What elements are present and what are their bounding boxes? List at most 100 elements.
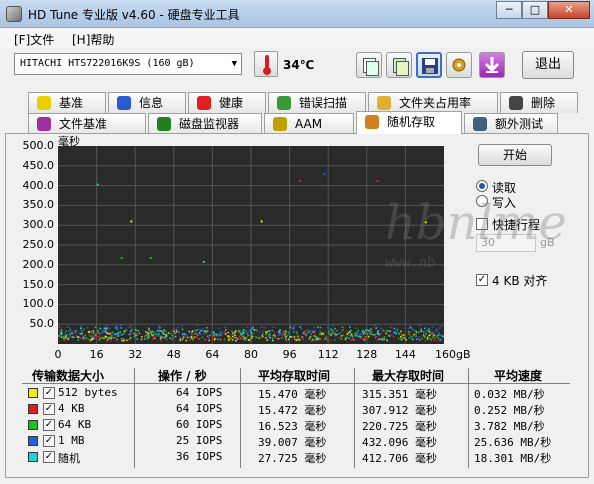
scatter-point [138,332,141,335]
scatter-point [195,336,198,338]
scatter-point [198,328,200,331]
scatter-point [293,325,296,327]
quick-stroke-gb-input[interactable]: 30 [476,234,536,252]
close-button[interactable]: ✕ [548,1,590,19]
scatter-point [102,336,104,339]
scatter-point [390,334,393,336]
scatter-point [313,326,316,329]
scatter-point [255,329,258,331]
series-checkbox[interactable]: ✓ [43,403,55,415]
scatter-point [103,336,106,338]
drive-select[interactable]: HITACHI HTS722016K9S (160 gB) ▼ [14,53,242,75]
maximize-button[interactable]: □ [522,1,548,19]
scatter-point [329,339,332,342]
scatter-point [296,331,298,334]
drive-select-value: HITACHI HTS722016K9S (160 gB) [20,58,195,69]
scatter-point [242,329,245,331]
scatter-point [108,336,111,339]
start-button[interactable]: 开始 [478,144,552,166]
scatter-point [160,330,163,333]
scatter-point [211,337,214,339]
scatter-point [377,330,379,332]
copy-info-button[interactable] [356,52,382,78]
scatter-point [108,327,111,330]
tab-info[interactable]: 信息 [108,92,186,113]
x-tick-label: 128 [356,348,378,361]
scatter-point [437,337,440,339]
scatter-point [244,338,247,340]
scatter-point [261,330,264,333]
y-tick-label: 500.0 [22,139,55,152]
lightbulb-icon [37,96,51,110]
scatter-point [251,337,253,340]
tab-health-cross[interactable]: 健康 [188,92,266,113]
scatter-point [422,331,425,333]
scatter-point [378,333,380,336]
scatter-point [141,336,143,338]
scatter-point [171,330,174,332]
exit-button[interactable]: 退出 [522,51,574,79]
scatter-point [370,328,372,330]
scatter-point [421,337,423,340]
scatter-point [206,330,209,332]
table-cell-speed: 18.301 MB/秒 [474,452,552,465]
x-tick-label: 80 [244,348,258,361]
scatter-point [161,336,164,338]
tab-extra-test[interactable]: 额外测试 [464,113,558,134]
scatter-point [442,335,444,337]
scatter-point [293,331,295,333]
scatter-point [189,336,192,339]
scatter-point [415,338,418,341]
tab-magnifier[interactable]: 错误扫描 [268,92,366,113]
scatter-point [64,335,67,337]
scatter-point [231,330,233,332]
align-4kb-checkbox[interactable]: ✓ [476,274,488,286]
series-checkbox[interactable]: ✓ [43,435,55,447]
scatter-point [181,338,184,340]
tab-lightbulb[interactable]: 基准 [28,92,106,113]
scatter-point [184,334,187,337]
scatter-point [347,332,350,334]
scatter-point [224,331,227,333]
scatter-point [74,330,76,332]
scatter-point [148,335,150,337]
scatter-point [357,335,360,338]
save-screenshot-button[interactable] [416,52,442,78]
scatter-point [126,328,128,331]
quick-stroke-checkbox[interactable] [476,218,488,230]
scatter-point [172,328,175,330]
table-cell-ops: 60 IOPS [176,418,223,431]
scatter-outlier-point [299,180,302,183]
scatter-point [147,327,150,329]
tab-folder[interactable]: 文件夹占用率 [368,92,498,113]
scatter-point [319,339,321,341]
scatter-point [273,334,276,337]
copy-all-button[interactable] [386,52,412,78]
scatter-point [285,331,288,333]
series-checkbox[interactable]: ✓ [43,451,55,463]
menu-help[interactable]: [H]帮助 [72,31,114,48]
scatter-point [209,334,211,337]
minimize-button[interactable]: ─ [496,1,522,19]
scatter-point [278,331,281,334]
scatter-point [260,326,263,328]
scatter-point [403,334,405,336]
download-button[interactable] [479,52,505,78]
series-checkbox[interactable]: ✓ [43,419,55,431]
read-radio[interactable] [476,180,488,192]
scatter-outlier-point [96,183,99,186]
tab-speaker[interactable]: AAM [264,113,354,134]
scatter-point [380,332,382,335]
scatter-point [415,330,417,333]
tab-trash[interactable]: 删除 [500,92,578,113]
tab-file-bulb[interactable]: 文件基准 [28,113,146,134]
floppy-disk-icon [422,58,438,74]
write-radio[interactable] [476,195,488,207]
scatter-point [162,333,165,335]
series-checkbox[interactable]: ✓ [43,387,55,399]
tab-monitor-chart[interactable]: 磁盘监视器 [148,113,262,134]
options-button[interactable] [446,52,472,78]
menu-file[interactable]: [F]文件 [14,31,54,48]
scatter-point [306,332,309,334]
tab-random-access[interactable]: 随机存取 [356,111,462,134]
